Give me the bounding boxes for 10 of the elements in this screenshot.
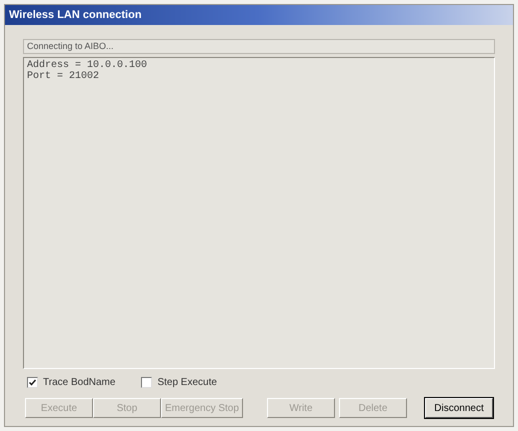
checkmark-icon xyxy=(29,379,36,386)
window-title: Wireless LAN connection xyxy=(5,5,513,25)
log-line: Port = 21002 xyxy=(27,71,100,82)
dialog-button[interactable]: Disconnect xyxy=(425,398,493,418)
checkbox-label: Step Execute xyxy=(157,376,217,390)
checkbox-label: Trace BodName xyxy=(43,376,116,390)
checkbox[interactable] xyxy=(27,377,38,388)
status-field: Connecting to AIBO... xyxy=(23,39,495,54)
log-line: Address = 10.0.0.100 xyxy=(27,60,148,71)
checkbox[interactable] xyxy=(141,377,152,388)
